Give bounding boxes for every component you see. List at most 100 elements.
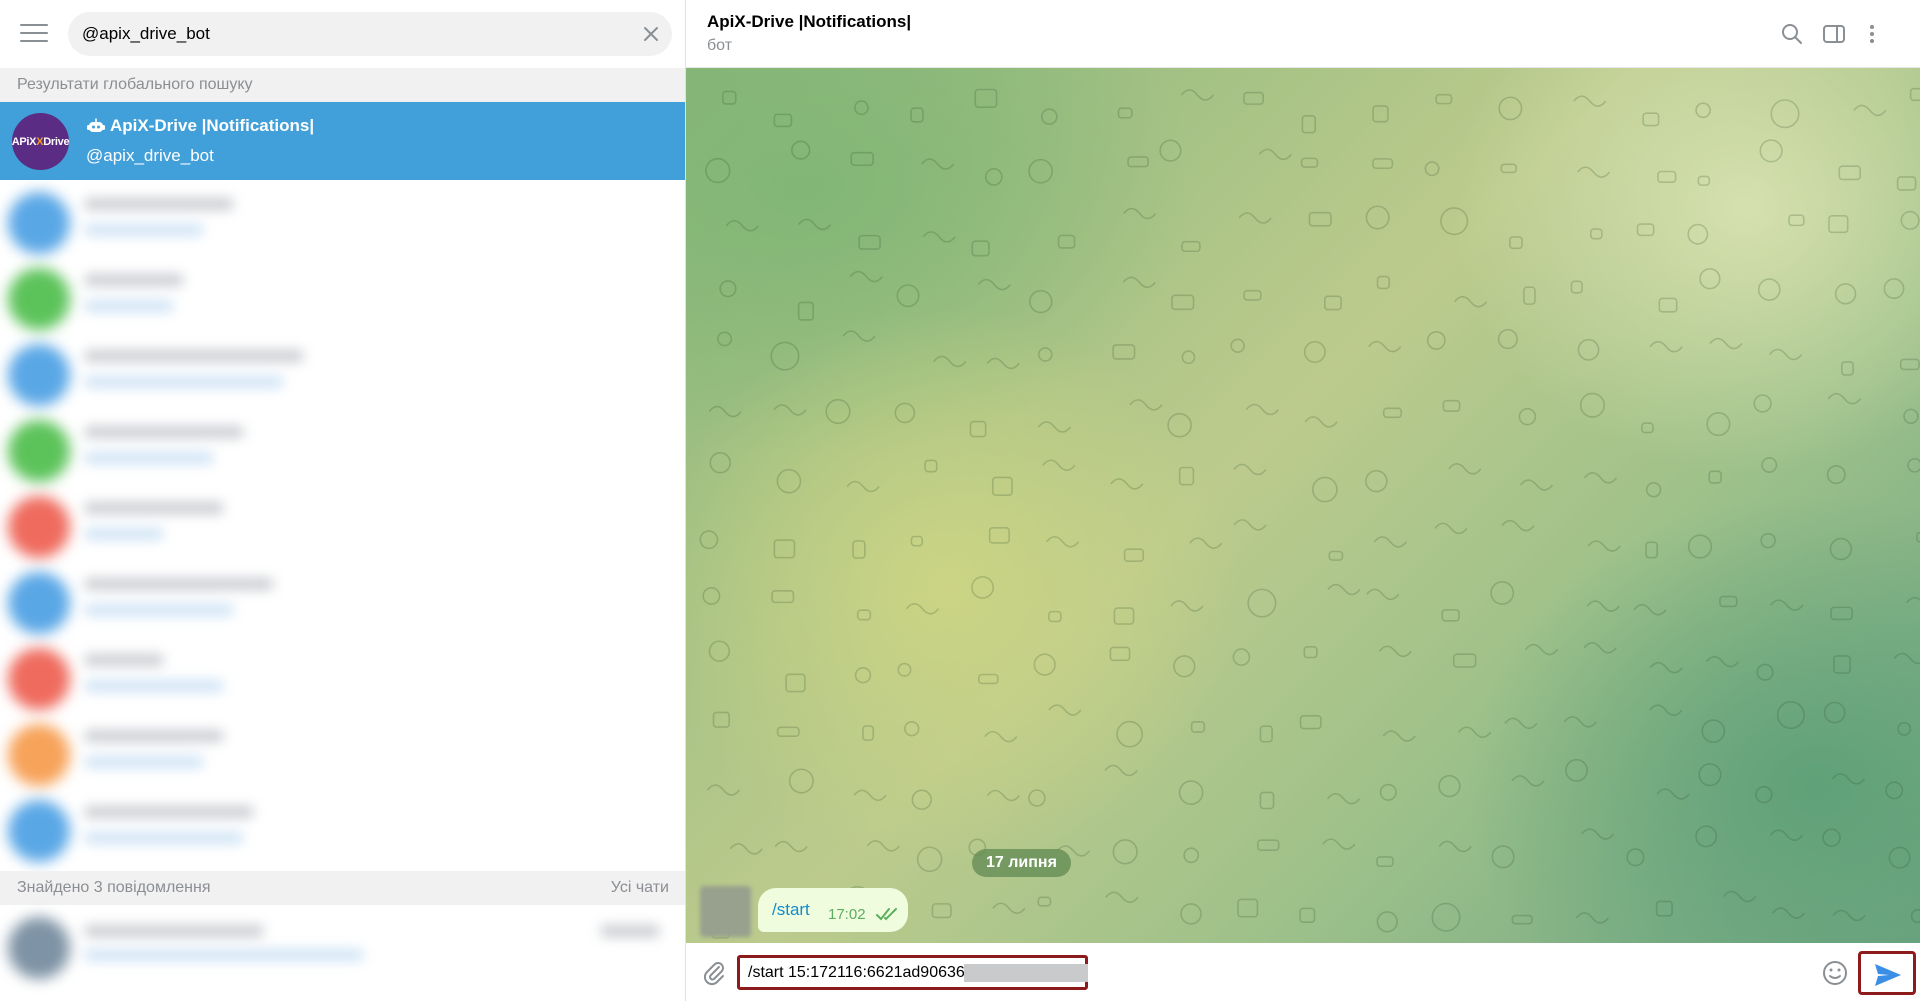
- blurred-chat-item[interactable]: [0, 412, 685, 488]
- doodle-shape: [699, 530, 719, 550]
- blurred-chat-item[interactable]: [0, 488, 685, 564]
- emoji-icon[interactable]: [1820, 958, 1850, 988]
- doodle-shape: [992, 902, 1026, 915]
- doodle-shape: [1888, 846, 1911, 869]
- blurred-chat-item[interactable]: [0, 716, 685, 792]
- blurred-text: [84, 756, 204, 768]
- doodle-shape: [785, 673, 806, 693]
- search-result-item[interactable]: APiX X Drive ApiX-Drive |Notifications| @a…: [0, 102, 685, 180]
- doodle-shape: [1448, 463, 1482, 475]
- doodle-shape: [1706, 412, 1731, 437]
- doodle-shape: [791, 140, 811, 160]
- doodle-shape: [1323, 295, 1342, 311]
- chat-header[interactable]: ApiX-Drive |Notifications| бот: [686, 0, 1920, 68]
- doodle-shape: [1327, 583, 1361, 596]
- doodle-shape: [1373, 536, 1407, 548]
- date-separator: 17 липня: [972, 849, 1071, 877]
- doodle-shape: [1655, 900, 1673, 917]
- search-box[interactable]: [68, 12, 672, 56]
- doodle-shape: [1181, 240, 1201, 253]
- doodle-shape: [1258, 148, 1292, 161]
- doodle-shape: [1232, 648, 1251, 667]
- doodle-shape: [1761, 457, 1778, 473]
- blurred-chat-item[interactable]: [0, 564, 685, 640]
- doodle-shape: [825, 398, 851, 425]
- doodle-shape: [916, 846, 943, 873]
- doodle-shape: [1903, 408, 1919, 425]
- doodle-shape: [1453, 295, 1488, 308]
- blurred-text: [84, 604, 234, 616]
- doodle-shape: [1697, 175, 1711, 186]
- doodle-shape: [1440, 207, 1469, 236]
- doodle-shape: [933, 355, 967, 368]
- doodle-shape: [1376, 911, 1398, 933]
- blurred-chat-item[interactable]: [0, 792, 685, 868]
- send-button[interactable]: [1858, 951, 1916, 995]
- doodle-shape: [1497, 328, 1518, 350]
- doodle-shape: [1046, 535, 1080, 548]
- doodle-shape: [797, 301, 814, 321]
- doodle-shape: [910, 535, 924, 547]
- doodle-shape: [1828, 215, 1849, 234]
- doodle-shape: [1180, 89, 1214, 101]
- doodle-shape: [1452, 653, 1477, 668]
- doodle-shape: [1301, 114, 1317, 134]
- doodle-shape: [1372, 105, 1389, 123]
- doodle-shape: [1230, 338, 1245, 354]
- doodle-shape: [1435, 93, 1453, 105]
- message-input[interactable]: /start 15:172116:6621ad9063695d5: [737, 955, 1088, 990]
- blurred-text: [84, 680, 224, 692]
- message-text[interactable]: /start: [772, 900, 810, 920]
- doodle-shape: [1633, 603, 1667, 616]
- more-options-icon[interactable]: [1858, 20, 1886, 48]
- doodle-shape: [1441, 609, 1460, 622]
- attach-icon[interactable]: [700, 958, 728, 986]
- blurred-text: [84, 274, 184, 286]
- doodle-shape: [1171, 294, 1195, 311]
- doodle-shape: [1906, 596, 1920, 604]
- blurred-chat-item[interactable]: [0, 260, 685, 336]
- doodle-shape: [971, 576, 995, 599]
- doodle-shape: [1048, 704, 1082, 716]
- doodle-shape: [1491, 845, 1515, 869]
- doodle-shape: [1649, 340, 1683, 353]
- blurred-chat-item[interactable]: [0, 336, 685, 412]
- avatar: [8, 648, 70, 710]
- doodle-shape: [1511, 775, 1545, 787]
- blurred-message-result[interactable]: [0, 909, 685, 985]
- blurred-chat-item[interactable]: [0, 640, 685, 716]
- doodle-shape: [1645, 482, 1662, 498]
- blurred-chat-item[interactable]: [0, 184, 685, 260]
- doodle-shape: [773, 113, 793, 128]
- search-input[interactable]: [82, 12, 622, 56]
- close-icon[interactable]: [640, 23, 662, 45]
- message-input-text[interactable]: /start 15:172116:6621ad9063695d5: [748, 964, 1000, 982]
- doodle-shape: [1438, 840, 1472, 853]
- doodle-shape: [1776, 700, 1805, 730]
- message-bubble[interactable]: /start 17:02: [758, 888, 908, 932]
- doodle-shape: [1116, 720, 1144, 748]
- blurred-text: [84, 198, 234, 210]
- doodle-shape: [1570, 280, 1583, 294]
- blurred-text: [600, 925, 660, 937]
- doodle-shape: [897, 662, 912, 677]
- doodle-shape: [1649, 661, 1684, 674]
- doodle-shape: [1583, 472, 1618, 484]
- chat-title: ApiX-Drive |Notifications|: [707, 12, 912, 31]
- blurred-text: [84, 925, 264, 937]
- doodle-shape: [1709, 337, 1743, 350]
- chat-list-panel: Результати глобального пошуку APiXXDrive…: [0, 0, 686, 1001]
- blurred-text: [84, 502, 224, 514]
- sidebar-toggle-icon[interactable]: [1820, 20, 1848, 48]
- doodle-shape: [905, 602, 940, 615]
- doodle-shape: [1504, 717, 1538, 730]
- doodle-shape: [1563, 716, 1598, 728]
- doodle-shape: [1382, 407, 1403, 419]
- hamburger-menu-icon[interactable]: [20, 24, 48, 44]
- doodle-shape: [1823, 701, 1846, 724]
- search-icon[interactable]: [1778, 20, 1806, 48]
- doodle-shape: [1123, 207, 1157, 220]
- doodle-shape: [1259, 791, 1275, 810]
- doodle-shape: [1322, 838, 1356, 850]
- all-chats-link[interactable]: Усі чати: [611, 871, 669, 905]
